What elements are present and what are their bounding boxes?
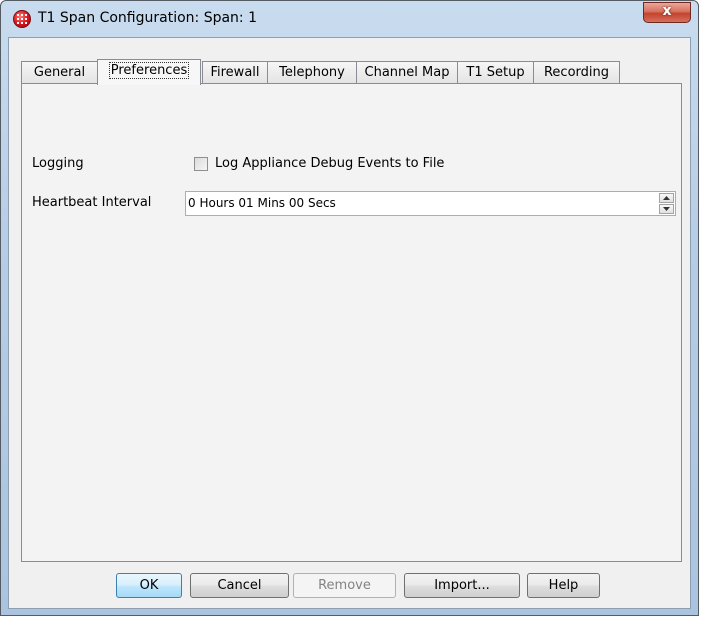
log-debug-checkbox-label[interactable]: Log Appliance Debug Events to File bbox=[215, 156, 444, 171]
tab-recording[interactable]: Recording bbox=[533, 61, 620, 84]
log-debug-checkbox[interactable] bbox=[194, 157, 208, 171]
preferences-panel: Logging Log Appliance Debug Events to Fi… bbox=[21, 83, 682, 562]
spinner-up-button[interactable] bbox=[659, 193, 674, 203]
spinner-up-icon bbox=[663, 196, 670, 200]
heartbeat-label: Heartbeat Interval bbox=[32, 195, 152, 210]
tab-preferences[interactable]: Preferences bbox=[97, 59, 201, 85]
window-title: T1 Span Configuration: Span: 1 bbox=[38, 10, 257, 26]
tab-label: Channel Map bbox=[364, 65, 450, 80]
remove-button[interactable]: Remove bbox=[293, 573, 396, 598]
tab-label: Firewall bbox=[210, 65, 260, 80]
button-bar: OK Cancel Remove Import... Help bbox=[9, 573, 690, 599]
logging-label: Logging bbox=[32, 156, 84, 171]
spinner-down-button[interactable] bbox=[659, 204, 674, 214]
telephony-grid-icon bbox=[13, 10, 31, 28]
tab-label: Preferences bbox=[108, 62, 190, 79]
tab-general[interactable]: General bbox=[21, 61, 98, 84]
tab-label: T1 Setup bbox=[466, 65, 525, 80]
import-button[interactable]: Import... bbox=[404, 573, 520, 598]
dialog-client-area: General Preferences Firewall Telephony C… bbox=[8, 37, 691, 609]
span-config-dialog: T1 Span Configuration: Span: 1 x General… bbox=[0, 0, 699, 616]
close-icon: x bbox=[662, 3, 672, 19]
tab-telephony[interactable]: Telephony bbox=[267, 61, 357, 84]
ok-button[interactable]: OK bbox=[116, 573, 182, 598]
tab-channel-map[interactable]: Channel Map bbox=[356, 61, 458, 84]
tab-firewall[interactable]: Firewall bbox=[202, 61, 268, 84]
tab-label: Telephony bbox=[279, 65, 345, 80]
tab-t1-setup[interactable]: T1 Setup bbox=[457, 61, 534, 84]
cancel-button[interactable]: Cancel bbox=[190, 573, 289, 598]
tab-label: General bbox=[33, 65, 86, 80]
title-bar[interactable]: T1 Span Configuration: Span: 1 x bbox=[1, 1, 698, 37]
help-button[interactable]: Help bbox=[527, 573, 600, 598]
heartbeat-interval-value[interactable]: 0 Hours 01 Mins 00 Secs bbox=[188, 196, 336, 210]
spinner-down-icon bbox=[663, 207, 670, 211]
close-button[interactable]: x bbox=[643, 2, 691, 23]
tab-label: Recording bbox=[543, 65, 610, 80]
heartbeat-interval-spinner[interactable]: 0 Hours 01 Mins 00 Secs bbox=[185, 191, 676, 216]
